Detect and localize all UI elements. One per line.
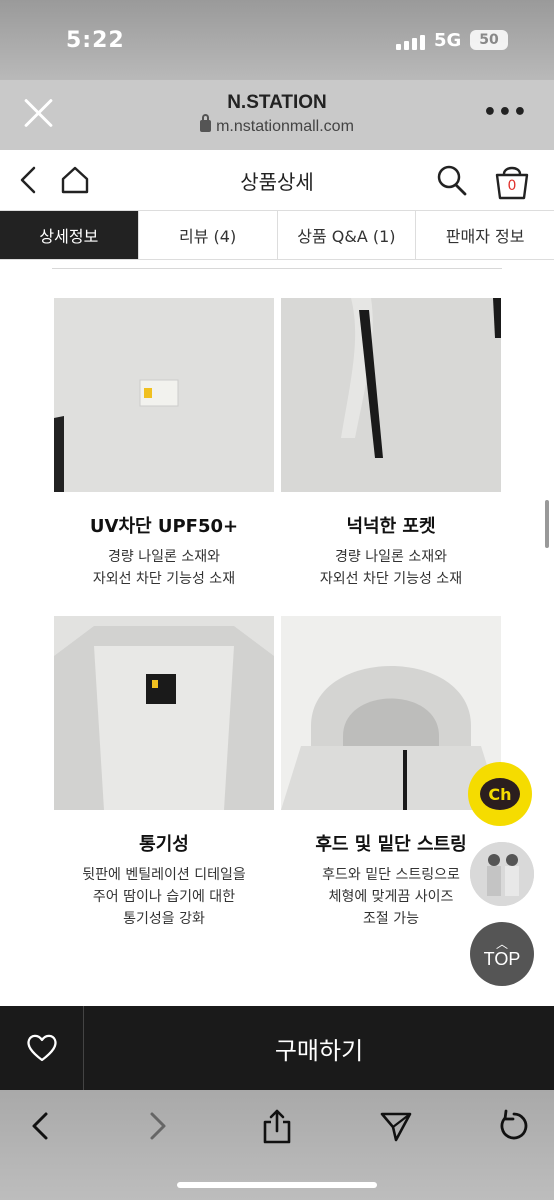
feature-pocket: 넉넉한 포켓 경량 나일론 소재와 자외선 차단 기능성 소재 <box>281 298 501 590</box>
feature-image-hood <box>281 616 501 810</box>
network-label: 5G <box>434 30 462 51</box>
tab-review[interactable]: 리뷰 (4) <box>137 211 277 259</box>
chevron-up-icon: ︿ <box>495 936 508 951</box>
reload-icon[interactable] <box>496 1108 532 1144</box>
browser-back-icon[interactable] <box>26 1108 54 1144</box>
tab-detail[interactable]: 상세정보 <box>0 211 138 259</box>
status-bar: 5:22 5G 50 <box>0 0 554 80</box>
divider <box>52 268 502 269</box>
feature-title: 통기성 <box>139 834 189 855</box>
feature-title: 후드 및 밑단 스트링 <box>315 834 467 855</box>
tab-seller-info[interactable]: 판매자 정보 <box>415 211 554 259</box>
tab-qna[interactable]: 상품 Q&A (1) <box>276 211 416 259</box>
product-detail-content: UV차단 UPF50+ 경량 나일론 소재와 자외선 차단 기능성 소재 넉넉한… <box>0 262 554 1006</box>
browser-bar: N.STATION m.nstationmall.com ••• <box>0 80 554 150</box>
more-icon[interactable]: ••• <box>483 100 528 125</box>
search-icon[interactable] <box>434 160 470 200</box>
feature-uv: UV차단 UPF50+ 경량 나일론 소재와 자외선 차단 기능성 소재 <box>54 298 274 590</box>
battery-icon: 50 <box>470 30 508 50</box>
top-label: TOP <box>483 948 521 969</box>
url-text: m.nstationmall.com <box>216 118 354 135</box>
purchase-bar: 구매하기 <box>0 1006 554 1090</box>
lock-icon <box>200 114 212 132</box>
model-avatar[interactable] <box>470 842 534 906</box>
feature-image-uv <box>54 298 274 492</box>
wishlist-button[interactable] <box>0 1006 84 1090</box>
cart-button[interactable]: 0 <box>492 160 532 202</box>
home-indicator <box>177 1182 377 1188</box>
feature-image-pocket <box>281 298 501 492</box>
status-time: 5:22 <box>66 28 125 53</box>
feature-title: UV차단 UPF50+ <box>89 516 239 537</box>
tab-bar: 상세정보 리뷰 (4) 상품 Q&A (1) 판매자 정보 <box>0 210 554 260</box>
scroll-top-button[interactable]: ︿ TOP <box>470 922 534 986</box>
scroll-indicator[interactable] <box>545 500 549 548</box>
feature-title: 넉넉한 포켓 <box>346 516 436 537</box>
kakao-channel-button[interactable]: Ch <box>468 762 532 826</box>
page-title: 상품상세 <box>240 170 314 194</box>
send-icon[interactable] <box>378 1108 414 1144</box>
feature-desc: 경량 나일론 소재와 자외선 차단 기능성 소재 <box>92 549 236 587</box>
page-header: 상품상세 0 <box>0 150 554 210</box>
feature-desc: 뒷판에 벤틸레이션 디테일을 주어 땀이나 습기에 대한 통기성을 강화 <box>82 867 246 927</box>
cart-count: 0 <box>507 178 517 194</box>
feature-image-ventilation <box>54 616 274 810</box>
kakao-channel-icon: Ch <box>480 778 520 810</box>
share-icon[interactable] <box>260 1108 294 1146</box>
feature-desc: 후드와 밑단 스트링으로 체형에 맞게끔 사이즈 조절 가능 <box>322 867 460 927</box>
browser-forward-icon[interactable] <box>144 1108 172 1144</box>
buy-button[interactable]: 구매하기 <box>84 1006 554 1090</box>
feature-hood-string: 후드 및 밑단 스트링 후드와 밑단 스트링으로 체형에 맞게끔 사이즈 조절 … <box>281 616 501 930</box>
heart-icon <box>26 1034 57 1062</box>
feature-desc: 경량 나일론 소재와 자외선 차단 기능성 소재 <box>319 549 463 587</box>
feature-ventilation: 통기성 뒷판에 벤틸레이션 디테일을 주어 땀이나 습기에 대한 통기성을 강화 <box>54 616 274 930</box>
signal-icon <box>396 34 425 50</box>
site-url[interactable]: m.nstationmall.com <box>0 114 554 136</box>
browser-bottom-bar <box>0 1090 554 1200</box>
site-title: N.STATION <box>227 92 327 113</box>
